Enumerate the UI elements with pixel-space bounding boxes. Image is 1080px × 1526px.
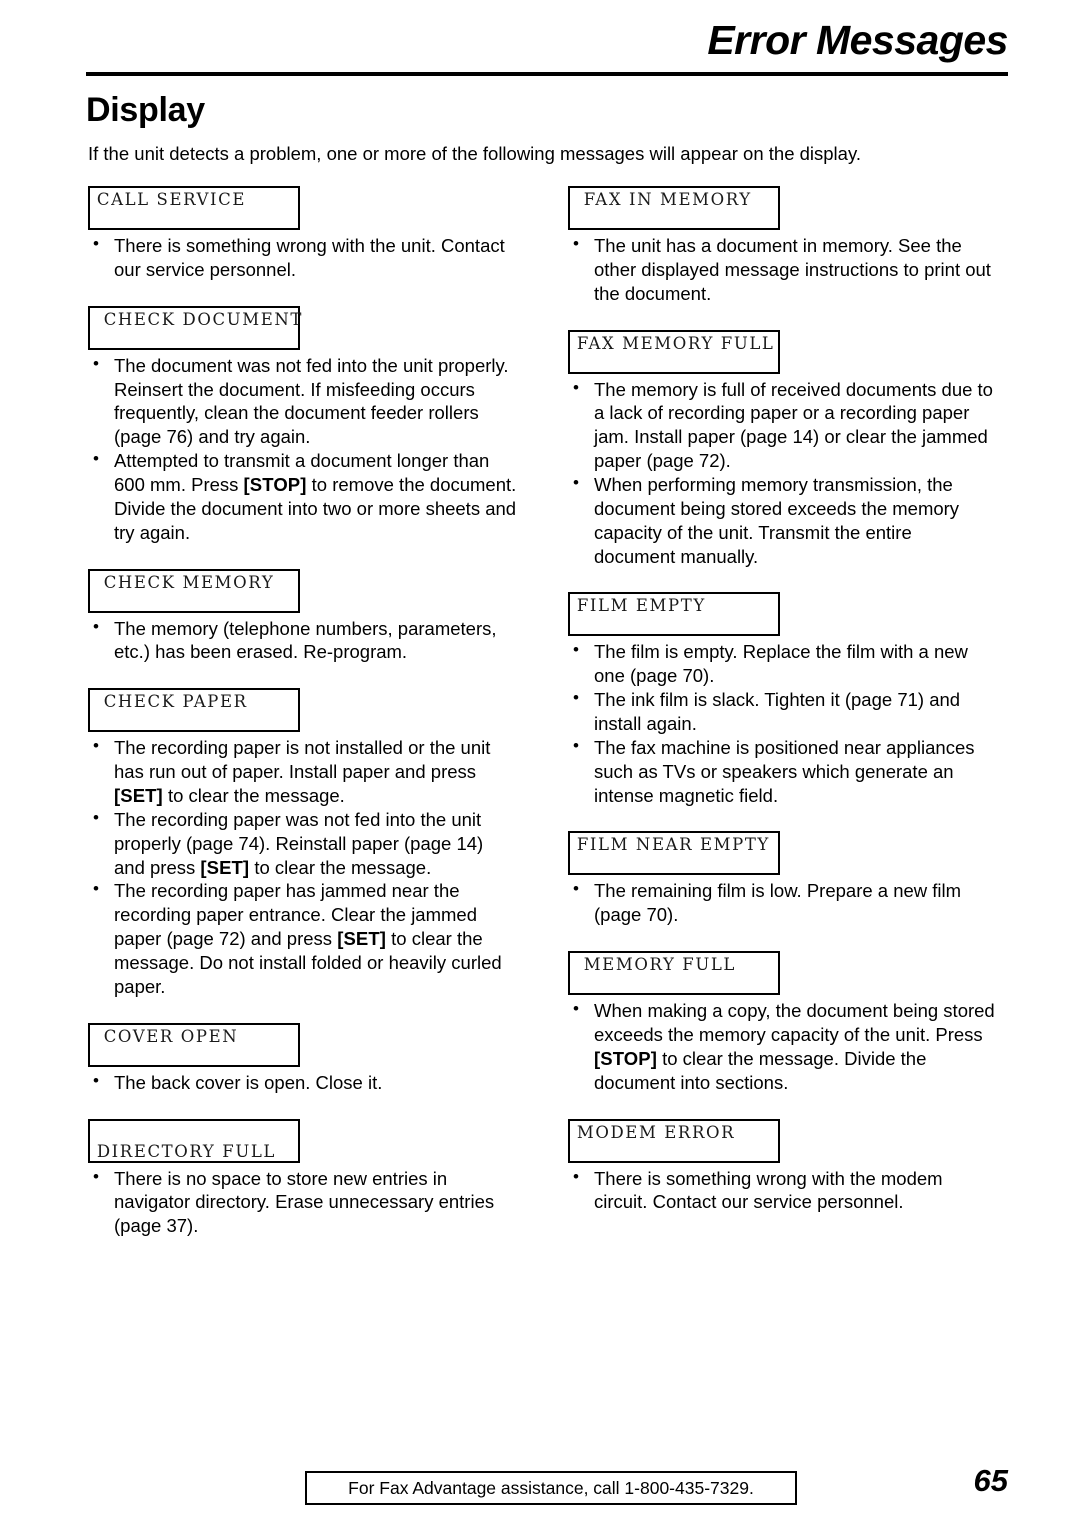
keypad-key-label: [SET] <box>114 785 163 807</box>
display-message-box: CHECK PAPER <box>88 688 300 733</box>
page-number: 65 <box>973 1463 1008 1498</box>
display-message-text: FAX MEMORY FULL <box>570 333 775 353</box>
display-message-text: FAX IN MEMORY <box>570 190 752 209</box>
header-divider <box>86 72 1008 76</box>
explanation-list-item: The recording paper has jammed near the … <box>88 878 518 998</box>
display-message-box: FILM NEAR EMPTY <box>568 831 780 876</box>
explanation-list: The document was not fed into the unit p… <box>88 353 518 545</box>
explanation-list-item: The unit has a document in memory. See t… <box>568 233 998 306</box>
explanation-list-item: The document was not fed into the unit p… <box>88 353 518 449</box>
display-message-box: CHECK DOCUMENT <box>88 305 304 350</box>
explanation-list: There is something wrong with the modem … <box>568 1166 998 1215</box>
manual-page: Error Messages Display If the unit detec… <box>0 0 1080 1526</box>
display-message-box: DIRECTORY FULL <box>88 1118 300 1163</box>
display-message-text: FILM EMPTY <box>570 596 706 616</box>
explanation-list-item: The remaining film is low. Prepare a new… <box>568 878 998 927</box>
explanation-list: The memory is full of received documents… <box>568 377 998 569</box>
explanation-list: When making a copy, the document being s… <box>568 998 998 1094</box>
explanation-list-item: The recording paper was not fed into the… <box>88 807 518 880</box>
display-message-text: DIRECTORY FULL <box>90 1141 276 1161</box>
right-column: FAX IN MEMORY The unit has a document in … <box>568 186 998 1214</box>
section-heading: Display <box>86 91 205 129</box>
explanation-list-item: There is no space to store new entries i… <box>88 1166 518 1239</box>
explanation-list-item: The fax machine is positioned near appli… <box>568 735 998 808</box>
explanation-list-item: The recording paper is not installed or … <box>88 735 518 808</box>
explanation-list-item: The ink film is slack. Tighten it (page … <box>568 687 998 736</box>
display-message-text: MODEM ERROR <box>570 1122 736 1142</box>
display-message-box: FAX MEMORY FULL <box>568 329 780 374</box>
display-message-text: FILM NEAR EMPTY <box>570 835 770 855</box>
explanation-list-item: The back cover is open. Close it. <box>88 1070 518 1095</box>
keypad-key-label: [STOP] <box>243 474 307 496</box>
explanation-list: There is no space to store new entries i… <box>88 1166 518 1239</box>
display-message-box: FAX IN MEMORY <box>568 186 780 230</box>
display-message-box: MEMORY FULL <box>568 951 780 996</box>
explanation-list-item: The memory is full of received documents… <box>568 377 998 473</box>
left-column: CALL SERVICE There is something wrong wit… <box>88 186 518 1238</box>
explanation-list: The memory (telephone numbers, parameter… <box>88 616 518 665</box>
display-message-text: MEMORY FULL <box>570 955 736 975</box>
explanation-list-item: There is something wrong with the modem … <box>568 1166 998 1215</box>
explanation-list-item: When performing memory transmission, the… <box>568 472 998 568</box>
explanation-list: The film is empty. Replace the film with… <box>568 639 998 808</box>
display-message-text: CHECK DOCUMENT <box>90 309 304 329</box>
section-intro-text: If the unit detects a problem, one or mo… <box>88 143 861 164</box>
keypad-key-label: [SET] <box>337 928 386 950</box>
display-message-text: CHECK MEMORY <box>90 572 275 592</box>
page-header-title: Error Messages <box>707 17 1008 63</box>
display-message-box: CHECK MEMORY <box>88 568 300 613</box>
display-message-box: MODEM ERROR <box>568 1118 780 1163</box>
explanation-list: The back cover is open. Close it. <box>88 1070 518 1095</box>
keypad-key-label: [SET] <box>200 856 250 878</box>
footer-assistance-text: For Fax Advantage assistance, call 1-800… <box>348 1477 754 1498</box>
footer-assistance-box: For Fax Advantage assistance, call 1-800… <box>305 1471 797 1505</box>
display-message-text: COVER OPEN <box>90 1026 239 1046</box>
explanation-list-item: Attempted to transmit a document longer … <box>88 448 518 544</box>
explanation-list: The unit has a document in memory. See t… <box>568 233 998 306</box>
display-message-box: CALL SERVICE <box>88 186 300 230</box>
keypad-key-label: [STOP] <box>594 1047 657 1069</box>
explanation-list-item: When making a copy, the document being s… <box>568 998 998 1094</box>
explanation-list-item: There is something wrong with the unit. … <box>88 233 518 282</box>
explanation-list-item: The memory (telephone numbers, parameter… <box>88 616 518 665</box>
display-message-box: FILM EMPTY <box>568 592 780 637</box>
explanation-list: There is something wrong with the unit. … <box>88 233 518 282</box>
explanation-list: The remaining film is low. Prepare a new… <box>568 878 998 927</box>
display-message-text: CHECK PAPER <box>90 692 248 712</box>
explanation-list: The recording paper is not installed or … <box>88 735 518 998</box>
display-message-text: CALL SERVICE <box>90 190 247 209</box>
display-message-box: COVER OPEN <box>88 1022 300 1067</box>
explanation-list-item: The film is empty. Replace the film with… <box>568 639 998 688</box>
